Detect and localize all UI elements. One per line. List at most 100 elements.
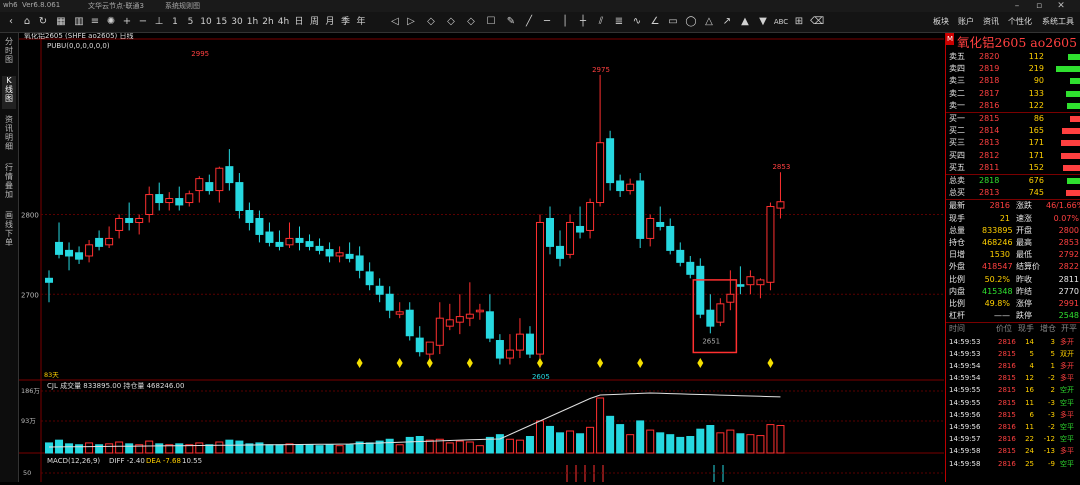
candle [165, 192, 174, 211]
home-icon[interactable]: ⌂ [20, 15, 34, 29]
volume-bar [636, 420, 645, 454]
draw-icon[interactable]: ✎ [504, 15, 518, 29]
volume-bar [696, 428, 705, 454]
delete-icon[interactable]: ⌫ [810, 15, 824, 29]
close-icon[interactable]: ✕ [1052, 0, 1070, 12]
tick-price: 2815 [998, 398, 1016, 407]
candle [716, 298, 725, 327]
vol-y-label-1: 93万 [21, 417, 36, 425]
arrow-left-icon[interactable]: ◁ [388, 15, 402, 29]
cross-icon[interactable]: ┼ [576, 15, 590, 29]
tick-volume: 24 [1025, 447, 1034, 456]
arrow-icon[interactable]: ↗ [720, 15, 734, 29]
up-icon[interactable]: ▲ [738, 15, 752, 29]
fib-icon[interactable]: ≣ [612, 15, 626, 29]
restore-icon[interactable]: ▫ [1030, 0, 1048, 12]
volume-bar [686, 436, 695, 454]
period-6[interactable]: 2h [261, 15, 275, 29]
period-1[interactable]: 5 [184, 15, 198, 29]
ask-row[interactable]: 卖二 2817 133 [946, 88, 1080, 100]
volume-bar [235, 440, 244, 454]
volume-bar [616, 424, 625, 454]
volume-bar [325, 444, 334, 454]
period-8[interactable]: 日 [292, 15, 306, 29]
period-11[interactable]: 季 [339, 15, 353, 29]
bid-row[interactable]: 买一 2815 86 [946, 113, 1080, 125]
back-icon[interactable]: ‹ [4, 15, 18, 29]
refresh-icon[interactable]: ↻ [36, 15, 50, 29]
kline-chart[interactable]: 2800 2700 氧化铝2605 (SHFE ao2605) 日线 PUBU(0,0… [19, 31, 944, 482]
down-icon[interactable]: ▼ [756, 15, 770, 29]
period-3[interactable]: 15 [215, 15, 229, 29]
hline-icon[interactable]: ─ [540, 15, 554, 29]
barchart-icon[interactable]: ▥ [72, 15, 86, 29]
arrow-right-icon[interactable]: ▷ [404, 15, 418, 29]
minimize-icon[interactable]: – [1008, 0, 1026, 12]
menu-item-3[interactable]: 个性化 [1008, 16, 1032, 27]
channel-icon[interactable]: ⫽ [594, 15, 608, 29]
ellipse-icon[interactable]: ◯ [684, 15, 698, 29]
menu-item-4[interactable]: 系统工具 [1042, 16, 1074, 27]
tick-type: 多平 [1060, 374, 1074, 383]
volume-bar [195, 442, 204, 454]
text-icon[interactable]: ABC [772, 15, 790, 29]
ask-row[interactable]: 卖一 2816 122 [946, 100, 1080, 112]
menu-item-2[interactable]: 资讯 [983, 16, 999, 27]
ask-row[interactable]: 卖五 2820 112 [946, 51, 1080, 63]
period-9[interactable]: 周 [308, 15, 322, 29]
wave-icon[interactable]: ∿ [630, 15, 644, 29]
checkbox-icon[interactable]: ☐ [484, 15, 498, 29]
y-label-0: 2800 [21, 212, 39, 220]
period-2[interactable]: 10 [199, 15, 213, 29]
candle [225, 149, 234, 191]
compass-icon[interactable]: ✺ [104, 15, 118, 29]
candle [195, 176, 204, 203]
bid-row[interactable]: 买四 2812 171 [946, 150, 1080, 162]
period-4[interactable]: 30 [230, 15, 244, 29]
period-12[interactable]: 年 [354, 15, 368, 29]
pin-icon[interactable]: ⊥ [152, 15, 166, 29]
left-tabs: 分时图 K线图资讯明细行情叠加画线下单 [0, 33, 19, 482]
candle [135, 214, 144, 235]
zoomin-icon[interactable]: + [120, 15, 134, 29]
period-0[interactable]: 1 [168, 15, 182, 29]
menu-item-0[interactable]: 板块 [933, 16, 949, 27]
angle-icon[interactable]: ∠ [648, 15, 662, 29]
tick-volume: 22 [1025, 435, 1034, 444]
volume-bar [646, 429, 655, 454]
volume-bar [525, 436, 534, 454]
bid-row[interactable]: 买二 2814 165 [946, 125, 1080, 137]
bid-row[interactable]: 买五 2811 152 [946, 162, 1080, 174]
signal-diamond [697, 358, 704, 368]
tick-oi-change: -2 [1048, 423, 1055, 431]
period-10[interactable]: 月 [323, 15, 337, 29]
double-right-icon[interactable]: ◇ [444, 15, 458, 29]
left-tab-1[interactable]: K线图 [2, 76, 16, 109]
volume-bar [65, 443, 74, 454]
total-row[interactable]: 总买 2813 745 [946, 187, 1080, 199]
ruler-icon[interactable]: ⊞ [792, 15, 806, 29]
period-7[interactable]: 4h [277, 15, 291, 29]
left-tab-0[interactable]: 分时图 [2, 37, 16, 70]
left-tab-3[interactable]: 行情叠加 [2, 163, 16, 205]
period-5[interactable]: 1h [246, 15, 260, 29]
flag-icon[interactable]: ◇ [464, 15, 478, 29]
triangle-icon[interactable]: △ [702, 15, 716, 29]
ask-row[interactable]: 卖四 2819 219 [946, 63, 1080, 75]
tick-volume: 16 [1025, 386, 1034, 395]
vline-icon[interactable]: │ [558, 15, 572, 29]
line-icon[interactable]: ╱ [522, 15, 536, 29]
ask-row[interactable]: 卖三 2818 90 [946, 75, 1080, 87]
chart-area[interactable]: 2800 2700 氧化铝2605 (SHFE ao2605) 日线 PUBU(0,0… [19, 31, 944, 482]
double-left-icon[interactable]: ◇ [424, 15, 438, 29]
total-row[interactable]: 总卖 2818 676 [946, 175, 1080, 187]
left-tab-4[interactable]: 画线下单 [2, 211, 16, 253]
list-icon[interactable]: ≡ [88, 15, 102, 29]
left-tab-2[interactable]: 资讯明细 [2, 115, 16, 157]
zoomout-icon[interactable]: − [136, 15, 150, 29]
grid-icon[interactable]: ▦ [54, 15, 68, 29]
rect-icon[interactable]: ▭ [666, 15, 680, 29]
menu-item-1[interactable]: 账户 [958, 16, 974, 27]
bid-row[interactable]: 买三 2813 171 [946, 137, 1080, 149]
candle [596, 74, 605, 207]
